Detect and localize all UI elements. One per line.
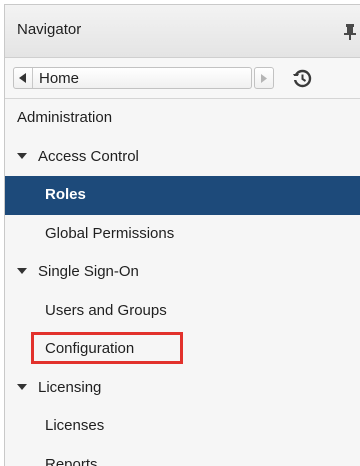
back-button[interactable]: Home [13, 67, 252, 89]
tree-item-licensing[interactable]: Licensing [5, 369, 360, 408]
caret-down-icon[interactable] [17, 152, 27, 159]
navigator-tree: Administration Access Control Roles Glob… [5, 99, 360, 466]
tree-item-label: Global Permissions [45, 224, 175, 242]
tree-item-label: Users and Groups [45, 301, 167, 319]
navigation-bar: Home [5, 58, 360, 99]
tree-item-label: Roles [45, 186, 86, 203]
tree-item-label: Single Sign-On [38, 263, 139, 280]
tree-item-reports[interactable]: Reports [5, 446, 360, 466]
navigator-title: Navigator [17, 21, 82, 38]
forward-button[interactable] [254, 67, 274, 89]
tree-item-access-control[interactable]: Access Control [5, 138, 360, 177]
tree-item-roles[interactable]: Roles [5, 176, 360, 215]
tree-item-users-and-groups[interactable]: Users and Groups [5, 292, 360, 331]
tree-item-label: Administration [17, 109, 113, 126]
navigator-header: Navigator [5, 5, 360, 58]
tree-item-global-permissions[interactable]: Global Permissions [5, 215, 360, 254]
tree-item-licenses[interactable]: Licenses [5, 407, 360, 446]
tree-item-single-sign-on[interactable]: Single Sign-On [5, 253, 360, 292]
tree-item-label: Access Control [38, 147, 139, 165]
tree-item-label: Configuration [45, 340, 135, 357]
tree-item-label: Licenses [45, 417, 105, 434]
tree-item-administration[interactable]: Administration [5, 99, 360, 138]
tree-item-label: Licensing [38, 378, 102, 396]
caret-down-icon[interactable] [17, 268, 27, 275]
tree-item-label: Reports [45, 455, 98, 466]
forward-arrow-icon [261, 73, 267, 83]
navigator-panel: Navigator Home Administration Access Con… [4, 4, 360, 466]
tree-item-configuration[interactable]: Configuration [5, 330, 360, 369]
back-label: Home [39, 69, 80, 87]
caret-down-icon[interactable] [17, 383, 27, 390]
history-icon[interactable] [291, 67, 313, 89]
back-arrow-icon [14, 68, 33, 88]
pin-icon[interactable] [343, 23, 357, 41]
